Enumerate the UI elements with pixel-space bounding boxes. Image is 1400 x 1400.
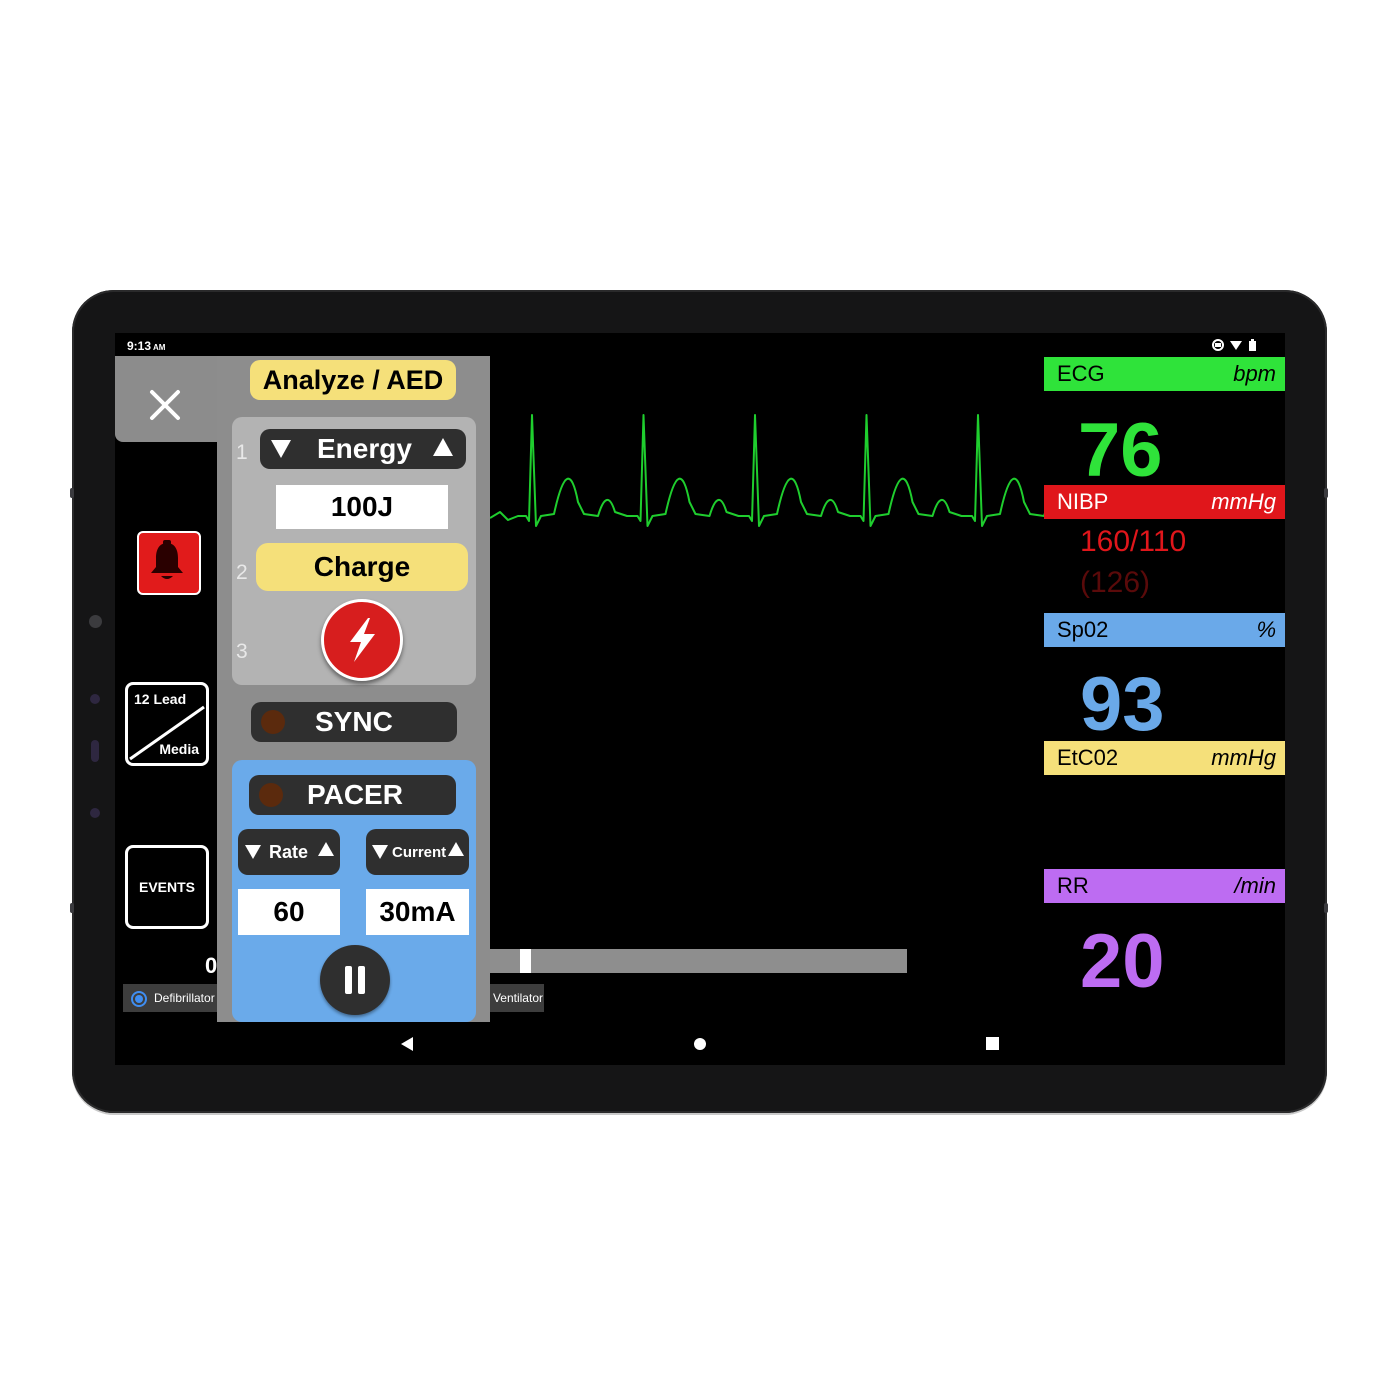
progress-handle[interactable] xyxy=(517,949,532,973)
heart-rate-value: 76 xyxy=(1078,408,1163,493)
sensor-dot xyxy=(90,808,100,818)
rr-header: RR /min xyxy=(1044,869,1285,903)
sync-indicator xyxy=(261,710,285,734)
step-number-3: 3 xyxy=(236,640,248,663)
lightning-icon xyxy=(350,618,375,662)
rate-value-field: 60 xyxy=(238,889,340,935)
current-increase-icon[interactable] xyxy=(448,841,464,857)
etco2-label: EtC02 xyxy=(1057,745,1119,770)
tab-defibrillator[interactable]: Defibrillator xyxy=(123,984,217,1012)
radio-selected-icon xyxy=(131,991,147,1007)
nav-recents-icon[interactable] xyxy=(986,1037,999,1050)
lead-label: 12 Lead xyxy=(134,691,187,707)
pause-icon xyxy=(345,966,365,994)
tab-ventilator[interactable]: Ventilator xyxy=(490,984,544,1012)
ecg-waveform xyxy=(490,414,1050,527)
energy-control: Energy xyxy=(260,429,466,469)
nibp-header: NIBP mmHg xyxy=(1044,485,1285,519)
spo2-unit: % xyxy=(1256,617,1276,642)
analyze-aed-label: Analyze / AED xyxy=(262,364,444,395)
rr-unit: /min xyxy=(1234,873,1276,898)
resp-rate-value: 20 xyxy=(1080,919,1165,1004)
current-control: Current xyxy=(366,829,469,875)
scenario-progress-bar[interactable] xyxy=(488,949,907,973)
tab-defibrillator-label: Defibrillator xyxy=(154,991,215,1005)
status-icons-svg xyxy=(1212,339,1256,351)
sensor-dot xyxy=(91,740,99,762)
close-panel-button[interactable] xyxy=(115,356,220,442)
timer-zero-label: 0 xyxy=(205,953,218,978)
nav-home-icon[interactable] xyxy=(693,1037,707,1051)
current-value-field: 30mA xyxy=(366,889,469,935)
status-icons xyxy=(1211,338,1271,355)
side-key xyxy=(70,488,74,498)
sync-button[interactable]: SYNC xyxy=(251,702,457,742)
ecg-unit: bpm xyxy=(1233,361,1276,386)
tab-ventilator-label: Ventilator xyxy=(492,991,543,1005)
rate-label: Rate xyxy=(269,842,309,862)
status-time-value: 9:13 xyxy=(127,339,152,353)
alarm-button[interactable] xyxy=(137,531,201,595)
pacer-button[interactable]: PACER xyxy=(249,775,456,815)
pause-button[interactable] xyxy=(320,945,390,1015)
rate-decrease-icon[interactable] xyxy=(245,844,261,860)
monitor-screen: 9:13 AM 12 Lead Media EVENTS 0 Defibrill… xyxy=(115,333,1285,1065)
shock-button[interactable] xyxy=(321,599,403,681)
media-label: Media xyxy=(159,741,199,757)
bell-icon xyxy=(151,540,183,579)
spo2-value: 93 xyxy=(1080,662,1165,747)
events-label: EVENTS xyxy=(138,879,195,895)
energy-label: Energy xyxy=(317,433,412,464)
side-key xyxy=(70,903,74,913)
rate-value: 60 xyxy=(273,896,305,927)
energy-value-field: 100J xyxy=(276,485,448,529)
status-time: 9:13 AM xyxy=(127,339,165,353)
nibp-label: NIBP xyxy=(1057,489,1109,514)
current-label: Current xyxy=(392,844,447,861)
rr-label: RR xyxy=(1057,873,1089,898)
events-button[interactable]: EVENTS xyxy=(125,845,209,929)
spo2-header: Sp02 % xyxy=(1044,613,1285,647)
nav-back-icon[interactable] xyxy=(400,1036,414,1052)
mean-pressure-value: (126) xyxy=(1080,566,1151,599)
ecg-trace xyxy=(490,414,1050,527)
side-key xyxy=(1324,903,1328,913)
blood-pressure-value: 160/110 xyxy=(1080,525,1187,558)
ecg-header: ECG bpm xyxy=(1044,357,1285,391)
ecg-label: ECG xyxy=(1057,361,1105,386)
nibp-unit: mmHg xyxy=(1211,489,1276,514)
analyze-aed-button[interactable]: Analyze / AED xyxy=(250,360,456,400)
charge-label: Charge xyxy=(313,551,411,582)
rate-control: Rate xyxy=(238,829,340,875)
charge-button[interactable]: Charge xyxy=(256,543,468,591)
step-number-2: 2 xyxy=(236,561,248,584)
energy-increase-icon[interactable] xyxy=(432,436,454,458)
rate-increase-icon[interactable] xyxy=(318,841,334,857)
close-icon xyxy=(150,390,180,420)
lead-media-button[interactable]: 12 Lead Media xyxy=(125,682,209,766)
energy-decrease-icon[interactable] xyxy=(270,438,292,460)
step-number-1: 1 xyxy=(236,441,248,464)
energy-value: 100J xyxy=(330,491,394,522)
etco2-unit: mmHg xyxy=(1211,745,1276,770)
side-key xyxy=(1324,488,1328,498)
etco2-header: EtC02 mmHg xyxy=(1044,741,1285,775)
pacer-indicator xyxy=(259,783,283,807)
pacer-label: PACER xyxy=(307,779,403,810)
current-decrease-icon[interactable] xyxy=(372,844,388,860)
sensor-dot xyxy=(90,694,100,704)
sync-label: SYNC xyxy=(315,706,393,737)
spo2-label: Sp02 xyxy=(1057,617,1109,642)
current-value: 30mA xyxy=(379,896,456,927)
front-camera xyxy=(89,615,102,628)
status-ampm: AM xyxy=(153,343,166,352)
